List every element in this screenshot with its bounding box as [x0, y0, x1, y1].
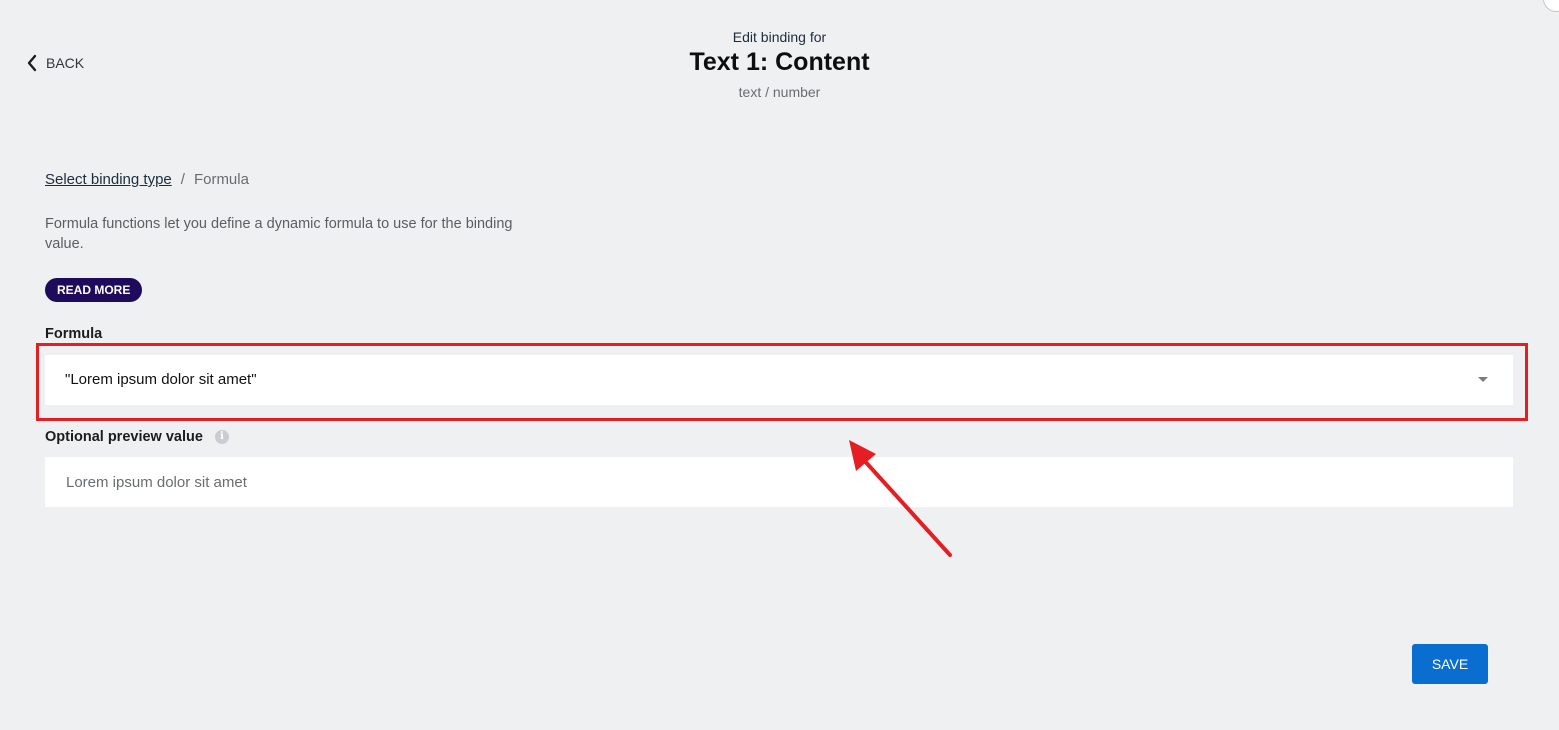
- formula-dropdown[interactable]: "Lorem ipsum dolor sit amet": [45, 355, 1513, 405]
- info-icon[interactable]: i: [214, 430, 229, 444]
- page-subtitle: text / number: [738, 84, 821, 100]
- formula-label: Formula: [45, 326, 103, 342]
- breadcrumb-select-binding-type[interactable]: Select binding type: [45, 171, 172, 188]
- preview-input[interactable]: [45, 457, 1513, 507]
- breadcrumb-current: Formula: [193, 171, 249, 188]
- formula-description: Formula functions let you define a dynam…: [45, 216, 513, 252]
- corner-close-icon[interactable]: [1543, 0, 1559, 12]
- save-button[interactable]: SAVE: [1412, 644, 1488, 684]
- page-title: Text 1: Content: [689, 48, 870, 76]
- preview-label-row: Optional preview value i: [45, 429, 229, 445]
- preview-label: Optional preview value: [45, 429, 203, 445]
- read-more-button[interactable]: READ MORE: [45, 278, 143, 302]
- caret-down-icon: [1478, 377, 1488, 382]
- header-eyebrow: Edit binding for: [732, 29, 827, 45]
- breadcrumb-separator: /: [180, 171, 185, 188]
- preview-field: [45, 457, 1513, 507]
- page-header: Edit binding for Text 1: Content text / …: [0, 28, 1559, 101]
- formula-value: "Lorem ipsum dolor sit amet": [65, 371, 257, 388]
- breadcrumb: Select binding type / Formula: [45, 171, 249, 188]
